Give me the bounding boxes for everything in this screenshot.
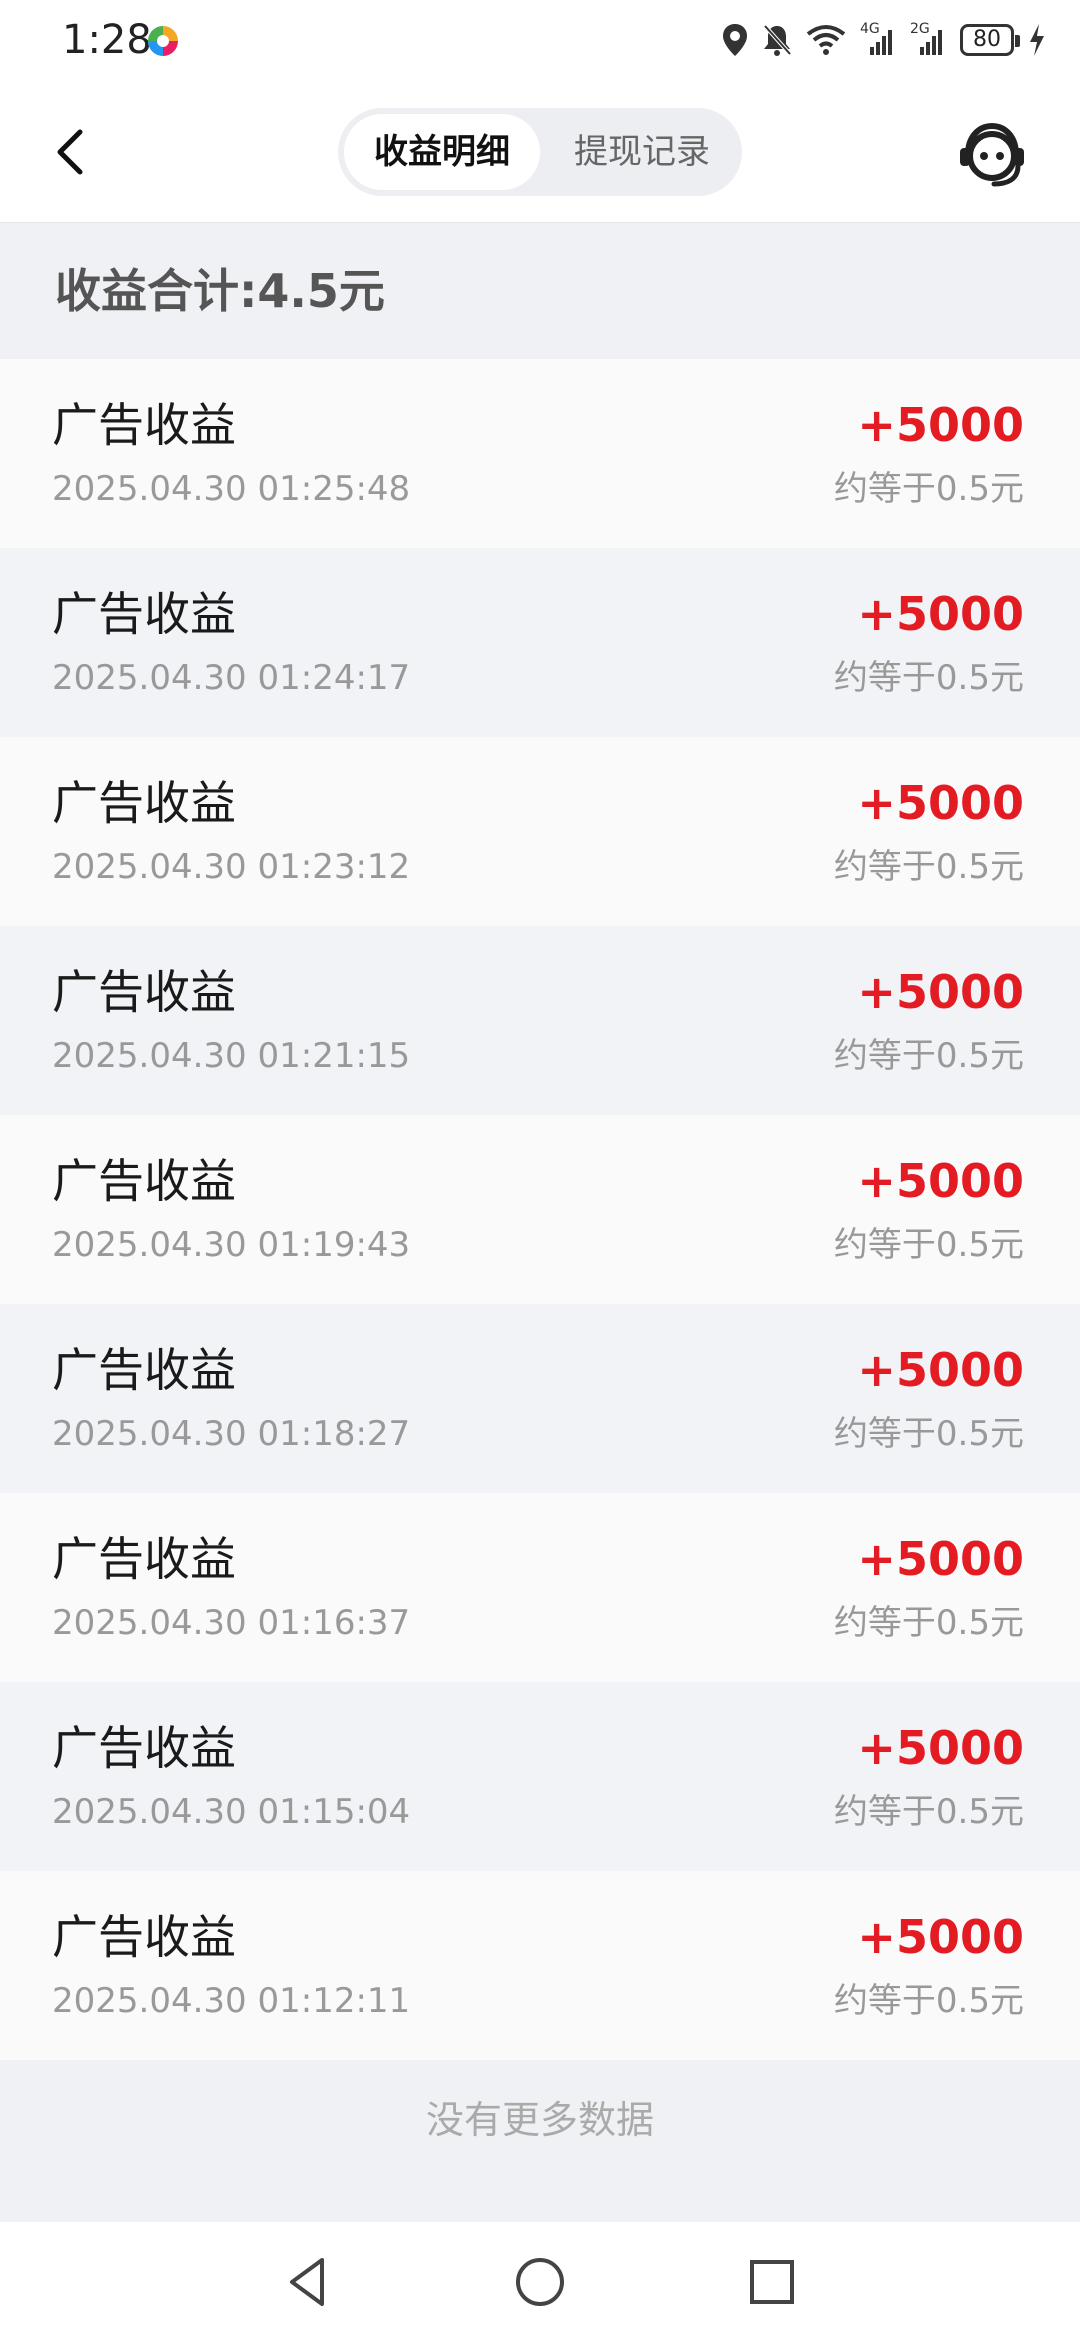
status-bar: 1:28 4G 2G 80 <box>0 0 1080 82</box>
record-time: 2025.04.30 01:21:15 <box>52 1036 411 1076</box>
record-time: 2025.04.30 01:16:37 <box>52 1603 411 1643</box>
record-approx-value: 约等于0.5元 <box>833 1792 1024 1832</box>
record-time: 2025.04.30 01:24:17 <box>52 658 411 698</box>
record-time: 2025.04.30 01:18:27 <box>52 1414 411 1454</box>
record-amount: +5000 <box>857 965 1024 1019</box>
list-item: 广告收益 2025.04.30 01:25:48 +5000 约等于0.5元 <box>0 359 1080 548</box>
chevron-left-icon[interactable] <box>40 116 112 188</box>
record-amount: +5000 <box>857 1721 1024 1775</box>
record-approx-value: 约等于0.5元 <box>833 1414 1024 1454</box>
record-approx-value: 约等于0.5元 <box>833 469 1024 509</box>
triangle-back-icon[interactable] <box>278 2252 338 2312</box>
charging-icon <box>1030 24 1044 56</box>
record-time: 2025.04.30 01:12:11 <box>52 1981 411 2021</box>
record-time: 2025.04.30 01:15:04 <box>52 1792 411 1832</box>
mute-bell-icon <box>763 24 792 56</box>
record-amount: +5000 <box>857 1532 1024 1586</box>
record-title: 广告收益 <box>52 398 236 452</box>
record-amount: +5000 <box>857 776 1024 830</box>
location-icon <box>723 24 747 56</box>
app-notification-icon <box>148 26 178 56</box>
system-nav-bar <box>0 2222 1080 2340</box>
record-title: 广告收益 <box>52 1721 236 1775</box>
record-title: 广告收益 <box>52 1154 236 1208</box>
status-time: 1:28 <box>62 17 152 63</box>
list-item: 广告收益 2025.04.30 01:15:04 +5000 约等于0.5元 <box>0 1682 1080 1871</box>
customer-service-icon[interactable] <box>954 116 1030 192</box>
signal-4g-icon: 4G <box>860 21 896 57</box>
list-item: 广告收益 2025.04.30 01:19:43 +5000 约等于0.5元 <box>0 1115 1080 1304</box>
record-amount: +5000 <box>857 398 1024 452</box>
record-amount: +5000 <box>857 1154 1024 1208</box>
no-more-data: 没有更多数据 <box>425 2098 654 2142</box>
nav-bar: 收益明细 提现记录 <box>0 82 1080 223</box>
record-approx-value: 约等于0.5元 <box>833 847 1024 887</box>
record-title: 广告收益 <box>52 1532 236 1586</box>
list-item: 广告收益 2025.04.30 01:18:27 +5000 约等于0.5元 <box>0 1304 1080 1493</box>
list-item: 广告收益 2025.04.30 01:24:17 +5000 约等于0.5元 <box>0 548 1080 737</box>
list-item: 广告收益 2025.04.30 01:23:12 +5000 约等于0.5元 <box>0 737 1080 926</box>
list-item: 广告收益 2025.04.30 01:21:15 +5000 约等于0.5元 <box>0 926 1080 1115</box>
record-title: 广告收益 <box>52 776 236 830</box>
record-time: 2025.04.30 01:19:43 <box>52 1225 411 1265</box>
wifi-icon <box>806 25 846 55</box>
record-approx-value: 约等于0.5元 <box>833 658 1024 698</box>
record-approx-value: 约等于0.5元 <box>833 1603 1024 1643</box>
record-title: 广告收益 <box>52 965 236 1019</box>
record-title: 广告收益 <box>52 1343 236 1397</box>
record-time: 2025.04.30 01:23:12 <box>52 847 411 887</box>
signal-2g-icon: 2G <box>910 21 946 57</box>
battery-level: 80 <box>973 27 1001 52</box>
earnings-summary: 收益合计:4.5元 <box>0 223 1080 359</box>
record-time: 2025.04.30 01:25:48 <box>52 469 411 509</box>
status-icons: 4G 2G 80 <box>722 18 1046 62</box>
record-title: 广告收益 <box>52 1910 236 1964</box>
record-approx-value: 约等于0.5元 <box>833 1225 1024 1265</box>
record-approx-value: 约等于0.5元 <box>833 1036 1024 1076</box>
list-item: 广告收益 2025.04.30 01:12:11 +5000 约等于0.5元 <box>0 1871 1080 2060</box>
battery-icon: 80 <box>960 24 1020 56</box>
tab-earnings-detail[interactable]: 收益明细 <box>344 114 540 190</box>
record-amount: +5000 <box>857 587 1024 641</box>
record-amount: +5000 <box>857 1343 1024 1397</box>
record-list: 广告收益 2025.04.30 01:25:48 +5000 约等于0.5元 广… <box>0 359 1080 2060</box>
tab-withdraw-records[interactable]: 提现记录 <box>548 114 736 190</box>
square-recent-icon[interactable] <box>742 2252 802 2312</box>
summary-total: 收益合计:4.5元 <box>55 264 385 318</box>
tab-switcher: 收益明细 提现记录 <box>338 108 742 196</box>
record-title: 广告收益 <box>52 587 236 641</box>
record-amount: +5000 <box>857 1910 1024 1964</box>
record-approx-value: 约等于0.5元 <box>833 1981 1024 2021</box>
list-item: 广告收益 2025.04.30 01:16:37 +5000 约等于0.5元 <box>0 1493 1080 1682</box>
circle-home-icon[interactable] <box>510 2252 570 2312</box>
